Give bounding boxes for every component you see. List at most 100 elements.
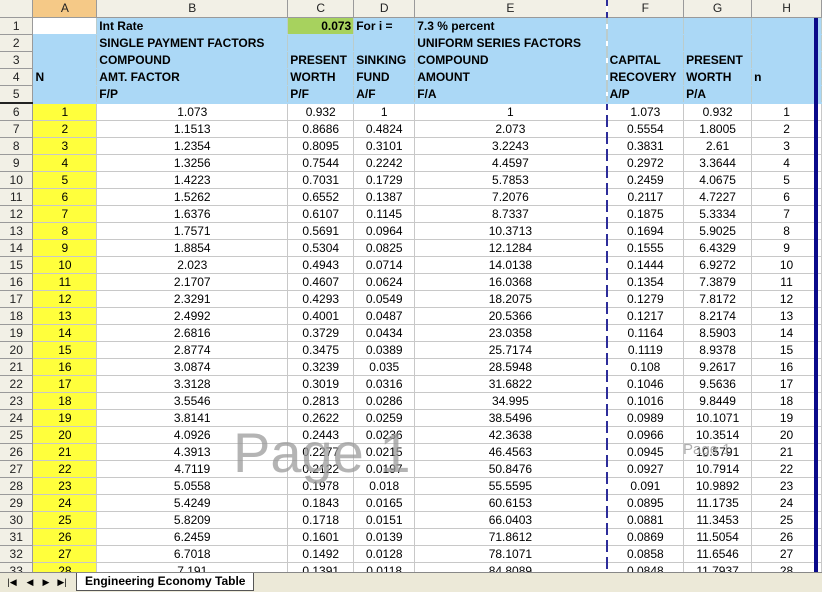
cell-a22[interactable]: 17	[32, 375, 98, 393]
cell-d16[interactable]: 0.0624	[353, 273, 416, 291]
cell-h14[interactable]: 9	[751, 239, 822, 257]
cell-a30[interactable]: 25	[32, 511, 98, 529]
cell-h21[interactable]: 16	[751, 358, 822, 376]
cell-g29[interactable]: 11.1735	[683, 494, 753, 512]
cell-f5[interactable]: A/P	[606, 85, 685, 104]
cell-c29[interactable]: 0.1843	[287, 494, 355, 512]
cell-h2[interactable]	[751, 34, 822, 52]
row-header[interactable]: 20	[0, 341, 34, 359]
cell-a17[interactable]: 12	[32, 290, 98, 308]
cell-e24[interactable]: 38.5496	[414, 409, 608, 427]
row-header[interactable]: 26	[0, 443, 34, 461]
cell-e23[interactable]: 34.995	[414, 392, 608, 410]
cell-f11[interactable]: 0.2117	[606, 188, 685, 206]
cell-d12[interactable]: 0.1145	[353, 205, 416, 223]
cell-f4[interactable]: RECOVERY	[606, 68, 685, 86]
column-header-g[interactable]: G	[683, 0, 753, 18]
cell-f12[interactable]: 0.1875	[606, 205, 685, 223]
cell-e18[interactable]: 20.5366	[414, 307, 608, 325]
cell-c1[interactable]: 0.073	[287, 17, 355, 35]
row-header[interactable]: 13	[0, 222, 34, 240]
cell-d23[interactable]: 0.0286	[353, 392, 416, 410]
cell-b11[interactable]: 1.5262	[96, 188, 289, 206]
cell-b14[interactable]: 1.8854	[96, 239, 289, 257]
cell-b23[interactable]: 3.5546	[96, 392, 289, 410]
cell-b28[interactable]: 5.0558	[96, 477, 289, 495]
row-header[interactable]: 14	[0, 239, 34, 257]
cell-c12[interactable]: 0.6107	[287, 205, 355, 223]
cell-b18[interactable]: 2.4992	[96, 307, 289, 325]
cell-d13[interactable]: 0.0964	[353, 222, 416, 240]
cell-a18[interactable]: 13	[32, 307, 98, 325]
cell-h19[interactable]: 14	[751, 324, 822, 342]
cell-f17[interactable]: 0.1279	[606, 290, 685, 308]
cell-e3[interactable]: COMPOUND	[414, 51, 608, 69]
cell-e22[interactable]: 31.6822	[414, 375, 608, 393]
cell-f7[interactable]: 0.5554	[606, 120, 685, 138]
cell-f13[interactable]: 0.1694	[606, 222, 685, 240]
cell-d11[interactable]: 0.1387	[353, 188, 416, 206]
cell-d7[interactable]: 0.4824	[353, 120, 416, 138]
cell-d5[interactable]: A/F	[353, 85, 416, 104]
row-header[interactable]: 11	[0, 188, 34, 206]
cell-f29[interactable]: 0.0895	[606, 494, 685, 512]
cell-b22[interactable]: 3.3128	[96, 375, 289, 393]
cell-c31[interactable]: 0.1601	[287, 528, 355, 546]
cell-d31[interactable]: 0.0139	[353, 528, 416, 546]
cell-b26[interactable]: 4.3913	[96, 443, 289, 461]
column-header-c[interactable]: C	[287, 0, 355, 18]
cell-h22[interactable]: 17	[751, 375, 822, 393]
cell-e12[interactable]: 8.7337	[414, 205, 608, 223]
cell-h6[interactable]: 1	[751, 102, 822, 121]
cell-c9[interactable]: 0.7544	[287, 154, 355, 172]
cell-e5[interactable]: F/A	[414, 85, 608, 104]
cell-a11[interactable]: 6	[32, 188, 98, 206]
cell-f31[interactable]: 0.0869	[606, 528, 685, 546]
row-header[interactable]: 6	[0, 102, 34, 121]
cell-e31[interactable]: 71.8612	[414, 528, 608, 546]
cell-h4[interactable]: n	[751, 68, 822, 86]
cell-g23[interactable]: 9.8449	[683, 392, 753, 410]
row-header[interactable]: 10	[0, 171, 34, 189]
cell-a20[interactable]: 15	[32, 341, 98, 359]
cell-f24[interactable]: 0.0989	[606, 409, 685, 427]
cell-b27[interactable]: 4.7119	[96, 460, 289, 478]
cell-f9[interactable]: 0.2972	[606, 154, 685, 172]
cell-e26[interactable]: 46.4563	[414, 443, 608, 461]
cell-g21[interactable]: 9.2617	[683, 358, 753, 376]
cell-b15[interactable]: 2.023	[96, 256, 289, 274]
cell-h15[interactable]: 10	[751, 256, 822, 274]
cell-c26[interactable]: 0.2277	[287, 443, 355, 461]
cell-d6[interactable]: 1	[353, 102, 416, 121]
cell-h12[interactable]: 7	[751, 205, 822, 223]
cell-c19[interactable]: 0.3729	[287, 324, 355, 342]
cell-a3[interactable]	[32, 51, 98, 69]
cell-b9[interactable]: 1.3256	[96, 154, 289, 172]
cell-b13[interactable]: 1.7571	[96, 222, 289, 240]
cell-g27[interactable]: 10.7914	[683, 460, 753, 478]
first-sheet-icon[interactable]: |◀	[6, 575, 18, 589]
cell-e11[interactable]: 7.2076	[414, 188, 608, 206]
cell-g13[interactable]: 5.9025	[683, 222, 753, 240]
cell-a13[interactable]: 8	[32, 222, 98, 240]
row-header[interactable]: 17	[0, 290, 34, 308]
row-header[interactable]: 3	[0, 51, 34, 69]
cell-d4[interactable]: FUND	[353, 68, 416, 86]
row-header[interactable]: 5	[0, 85, 34, 104]
cell-c25[interactable]: 0.2443	[287, 426, 355, 444]
cell-c10[interactable]: 0.7031	[287, 171, 355, 189]
cell-a31[interactable]: 26	[32, 528, 98, 546]
cell-f20[interactable]: 0.1119	[606, 341, 685, 359]
cell-b8[interactable]: 1.2354	[96, 137, 289, 155]
cell-b25[interactable]: 4.0926	[96, 426, 289, 444]
cell-h10[interactable]: 5	[751, 171, 822, 189]
cell-d24[interactable]: 0.0259	[353, 409, 416, 427]
cell-h23[interactable]: 18	[751, 392, 822, 410]
cell-h33[interactable]: 28	[751, 562, 822, 572]
cell-d33[interactable]: 0.0118	[353, 562, 416, 572]
cell-a15[interactable]: 10	[32, 256, 98, 274]
cell-b20[interactable]: 2.8774	[96, 341, 289, 359]
cell-a14[interactable]: 9	[32, 239, 98, 257]
cell-d20[interactable]: 0.0389	[353, 341, 416, 359]
cell-c24[interactable]: 0.2622	[287, 409, 355, 427]
